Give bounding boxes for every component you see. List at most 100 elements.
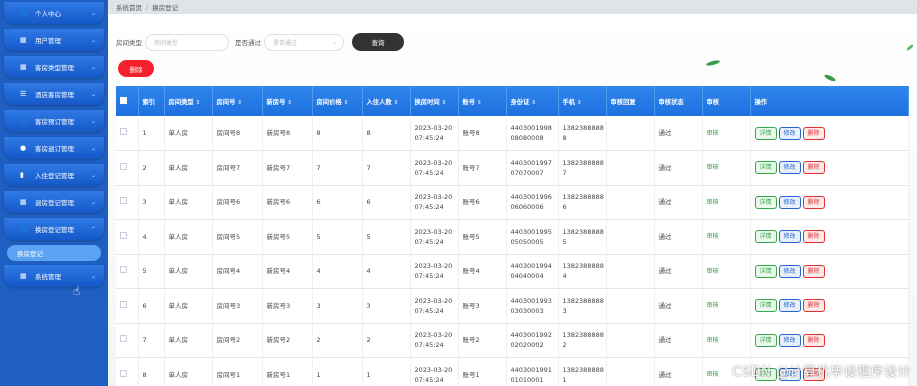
cell-id-line2: 03030003 xyxy=(510,306,544,315)
sidebar-item-2[interactable]: ▦ 客房类型管理 ⌄ xyxy=(4,56,104,78)
row-checkbox[interactable] xyxy=(120,231,127,239)
sort-icon[interactable]: ⇕ xyxy=(394,100,399,106)
sidebar-item-3[interactable]: ☰ 酒店客房管理 ⌄ xyxy=(4,83,104,105)
row-checkbox[interactable] xyxy=(120,335,127,343)
column-header[interactable]: 房间价格 ⇕ xyxy=(312,86,363,116)
delete-button[interactable]: 删除 xyxy=(802,230,825,244)
search-button[interactable]: 查询 xyxy=(352,33,404,51)
cell-phone-line1: 1382388888 xyxy=(562,296,604,305)
sidebar-item-7[interactable]: ▦ 退房登记管理 ⌄ xyxy=(4,191,104,213)
row-checkbox[interactable] xyxy=(120,128,127,135)
cell-price: 3 xyxy=(312,288,363,324)
column-header[interactable]: 审核回复 xyxy=(606,86,655,116)
passed-select[interactable]: 是否通过 ⌄ xyxy=(264,33,344,51)
sidebar-item-8[interactable]: 👤 换房登记管理 ⌃ xyxy=(4,218,104,240)
row-checkbox[interactable] xyxy=(120,266,127,274)
column-header[interactable]: 审核状态 xyxy=(654,86,703,116)
column-header[interactable]: 房间号 ⇕ xyxy=(212,86,263,116)
audit-link[interactable]: 审核 xyxy=(707,302,719,309)
edit-button[interactable]: 修改 xyxy=(778,333,801,347)
cell-text: 单人房 xyxy=(168,370,189,379)
sidebar-item-0[interactable]: 👤 个人中心 ⌄ xyxy=(4,2,104,24)
cell-id-line1: 4403001992 xyxy=(510,331,552,340)
sidebar-item-1[interactable]: ▦ 用户管理 ⌄ xyxy=(4,29,104,51)
cell-text: 8 xyxy=(366,129,371,137)
sort-icon[interactable]: ⇕ xyxy=(442,100,447,106)
sort-icon[interactable]: ⇕ xyxy=(237,100,242,106)
column-header[interactable]: 索引 xyxy=(138,86,165,116)
audit-link[interactable]: 审核 xyxy=(707,371,719,378)
cell-time: 2023-03-20 07:45:24 xyxy=(410,150,459,186)
edit-button[interactable]: 修改 xyxy=(778,299,801,313)
column-header[interactable]: 账号 ⇕ xyxy=(458,86,507,116)
detail-button[interactable]: 详情 xyxy=(754,230,777,244)
column-header[interactable]: 操作 xyxy=(750,86,909,116)
detail-button[interactable]: 详情 xyxy=(754,126,777,140)
row-checkbox[interactable] xyxy=(120,197,127,205)
cell-text: 房间号7 xyxy=(216,163,241,172)
row-checkbox-cell xyxy=(116,357,139,386)
edit-button[interactable]: 修改 xyxy=(778,230,801,244)
audit-link[interactable]: 审核 xyxy=(707,199,719,206)
cell-time: 2023-03-20 07:45:24 xyxy=(410,219,459,255)
room-type-placeholder: 房间类型 xyxy=(154,39,179,47)
edit-button[interactable]: 修改 xyxy=(778,161,801,175)
edit-button[interactable]: 修改 xyxy=(778,126,801,140)
content-panel: 房间类型 房间类型 是否通过 是否通过 ⌄ 查询 删除 索引 房间类型 ⇕ 房间… xyxy=(108,14,917,386)
column-header[interactable]: 审核 xyxy=(702,86,751,116)
detail-button[interactable]: 详情 xyxy=(754,333,777,347)
cell-phone: 1382388888 6 xyxy=(558,185,607,220)
cell-date: 2023-03-20 xyxy=(414,331,453,340)
delete-button[interactable]: 删除 xyxy=(802,195,825,209)
delete-button[interactable]: 删除 xyxy=(802,299,825,313)
detail-button[interactable]: 详情 xyxy=(754,264,777,278)
column-header[interactable]: 身份证 ⇕ xyxy=(506,86,559,116)
detail-button[interactable]: 详情 xyxy=(754,195,777,209)
sidebar-item-6[interactable]: ▮ 入住登记管理 ⌄ xyxy=(4,164,104,186)
sidebar-item-4[interactable]: 👤 客房预订管理 ⌄ xyxy=(4,110,104,132)
sort-icon[interactable]: ⇕ xyxy=(531,100,536,106)
edit-button[interactable]: 修改 xyxy=(778,264,801,278)
audit-link[interactable]: 审核 xyxy=(707,268,719,275)
cell-id-card: 4403001994 04040004 xyxy=(506,254,559,289)
detail-button[interactable]: 详情 xyxy=(754,161,777,175)
delete-button[interactable]: 删除 xyxy=(802,333,825,347)
edit-button[interactable]: 修改 xyxy=(778,195,801,209)
grid-icon: ▦ xyxy=(20,272,27,280)
delete-button[interactable]: 删除 xyxy=(802,264,825,278)
batch-delete-button[interactable]: 删除 xyxy=(118,60,154,77)
detail-button[interactable]: 详情 xyxy=(754,299,777,313)
sort-icon[interactable]: ⇕ xyxy=(577,100,582,106)
audit-link[interactable]: 审核 xyxy=(707,130,719,137)
breadcrumb-separator: / xyxy=(146,3,149,11)
sort-icon[interactable]: ⇕ xyxy=(344,100,349,106)
column-header[interactable]: 入住人数 ⇕ xyxy=(362,86,411,116)
sidebar-subitem-active[interactable]: 换房登记 xyxy=(7,245,101,261)
audit-link[interactable]: 审核 xyxy=(707,164,719,171)
cell-text: 4 xyxy=(366,267,371,276)
breadcrumb-home[interactable]: 系统首页 xyxy=(116,2,142,12)
select-all-checkbox[interactable] xyxy=(116,86,139,116)
sort-icon[interactable]: ⇕ xyxy=(287,100,292,106)
column-header[interactable]: 换房时间 ⇕ xyxy=(410,86,459,116)
row-checkbox[interactable] xyxy=(120,162,127,170)
delete-button[interactable]: 删除 xyxy=(802,126,825,140)
sort-icon[interactable]: ⇕ xyxy=(196,100,201,106)
row-checkbox[interactable] xyxy=(120,369,127,377)
column-header[interactable]: 房间类型 ⇕ xyxy=(164,86,213,116)
cell-text: 3 xyxy=(142,198,147,207)
audit-link[interactable]: 审核 xyxy=(707,233,719,240)
sidebar-item-system[interactable]: ▦ 系统管理 ⌄ xyxy=(4,265,104,287)
delete-button[interactable]: 删除 xyxy=(802,161,825,175)
cell-text: 7 xyxy=(142,336,147,345)
column-header[interactable]: 手机 ⇕ xyxy=(558,86,607,116)
leaf-decoration xyxy=(705,59,721,67)
room-type-input[interactable]: 房间类型 xyxy=(145,33,229,51)
sidebar-item-5[interactable]: ● 客房退订管理 ⌄ xyxy=(4,137,104,159)
row-checkbox[interactable] xyxy=(120,300,127,308)
column-header-label: 索引 xyxy=(142,98,156,106)
cell-text: 账号4 xyxy=(462,267,480,276)
sort-icon[interactable]: ⇕ xyxy=(477,100,482,106)
column-header[interactable]: 新房号 ⇕ xyxy=(262,86,313,116)
audit-link[interactable]: 审核 xyxy=(707,337,719,344)
